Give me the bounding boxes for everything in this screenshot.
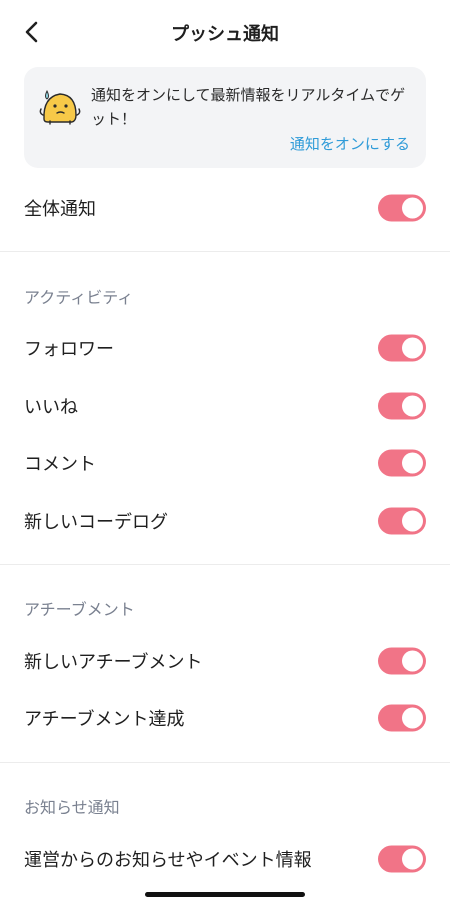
toggle-knob <box>402 452 423 474</box>
page-title: プッシュ通知 <box>171 24 279 45</box>
enable-notifications-link[interactable]: 通知をオンにする <box>290 133 410 154</box>
toggle-knob <box>402 337 423 359</box>
setting-label: アチーブメント達成 <box>24 709 185 730</box>
section-title-news: お知らせ通知 <box>24 798 120 817</box>
toggle-knob <box>402 395 423 417</box>
setting-row-followers: フォロワー <box>0 320 450 376</box>
achievement-complete-toggle[interactable] <box>378 704 426 732</box>
toggle-knob <box>402 197 423 219</box>
official-news-toggle[interactable] <box>378 845 426 873</box>
header-bar: プッシュ通知 <box>0 0 450 64</box>
divider <box>0 564 450 565</box>
divider <box>0 762 450 763</box>
notification-banner: 通知をオンにして最新情報をリアルタイムでゲット！ 通知をオンにする <box>24 67 426 168</box>
setting-label: コメント <box>24 454 96 475</box>
setting-row-likes: いいね <box>0 378 450 434</box>
setting-label: いいね <box>24 397 78 418</box>
toggle-knob <box>402 650 423 672</box>
setting-row-comments: コメント <box>0 435 450 491</box>
new-achievement-toggle[interactable] <box>378 647 426 675</box>
setting-row-new-coordelog: 新しいコーデログ <box>0 493 450 549</box>
setting-label: 新しいコーデログ <box>24 512 168 533</box>
global-notification-toggle[interactable] <box>378 194 426 222</box>
divider <box>0 251 450 252</box>
setting-row-achievement-complete: アチーブメント達成 <box>0 690 450 746</box>
comments-toggle[interactable] <box>378 449 426 477</box>
global-notification-row: 全体通知 <box>0 180 450 236</box>
toggle-knob <box>402 510 423 532</box>
setting-row-official-news: 運営からのお知らせやイベント情報 <box>0 831 450 887</box>
likes-toggle[interactable] <box>378 392 426 420</box>
followers-toggle[interactable] <box>378 334 426 362</box>
global-notification-label: 全体通知 <box>24 199 96 220</box>
setting-row-new-achievement: 新しいアチーブメント <box>0 633 450 689</box>
section-title-activity: アクティビティ <box>24 288 134 307</box>
setting-label: 新しいアチーブメント <box>24 652 203 673</box>
section-title-achievement: アチーブメント <box>24 600 135 619</box>
home-indicator[interactable] <box>145 892 305 897</box>
setting-label: 運営からのお知らせやイベント情報 <box>24 850 312 871</box>
toggle-knob <box>402 707 423 729</box>
setting-label: フォロワー <box>24 339 114 360</box>
worried-mascot-icon <box>39 89 81 125</box>
toggle-knob <box>402 848 423 870</box>
new-coordelog-toggle[interactable] <box>378 507 426 535</box>
banner-message: 通知をオンにして最新情報をリアルタイムでゲット！ <box>91 86 406 128</box>
